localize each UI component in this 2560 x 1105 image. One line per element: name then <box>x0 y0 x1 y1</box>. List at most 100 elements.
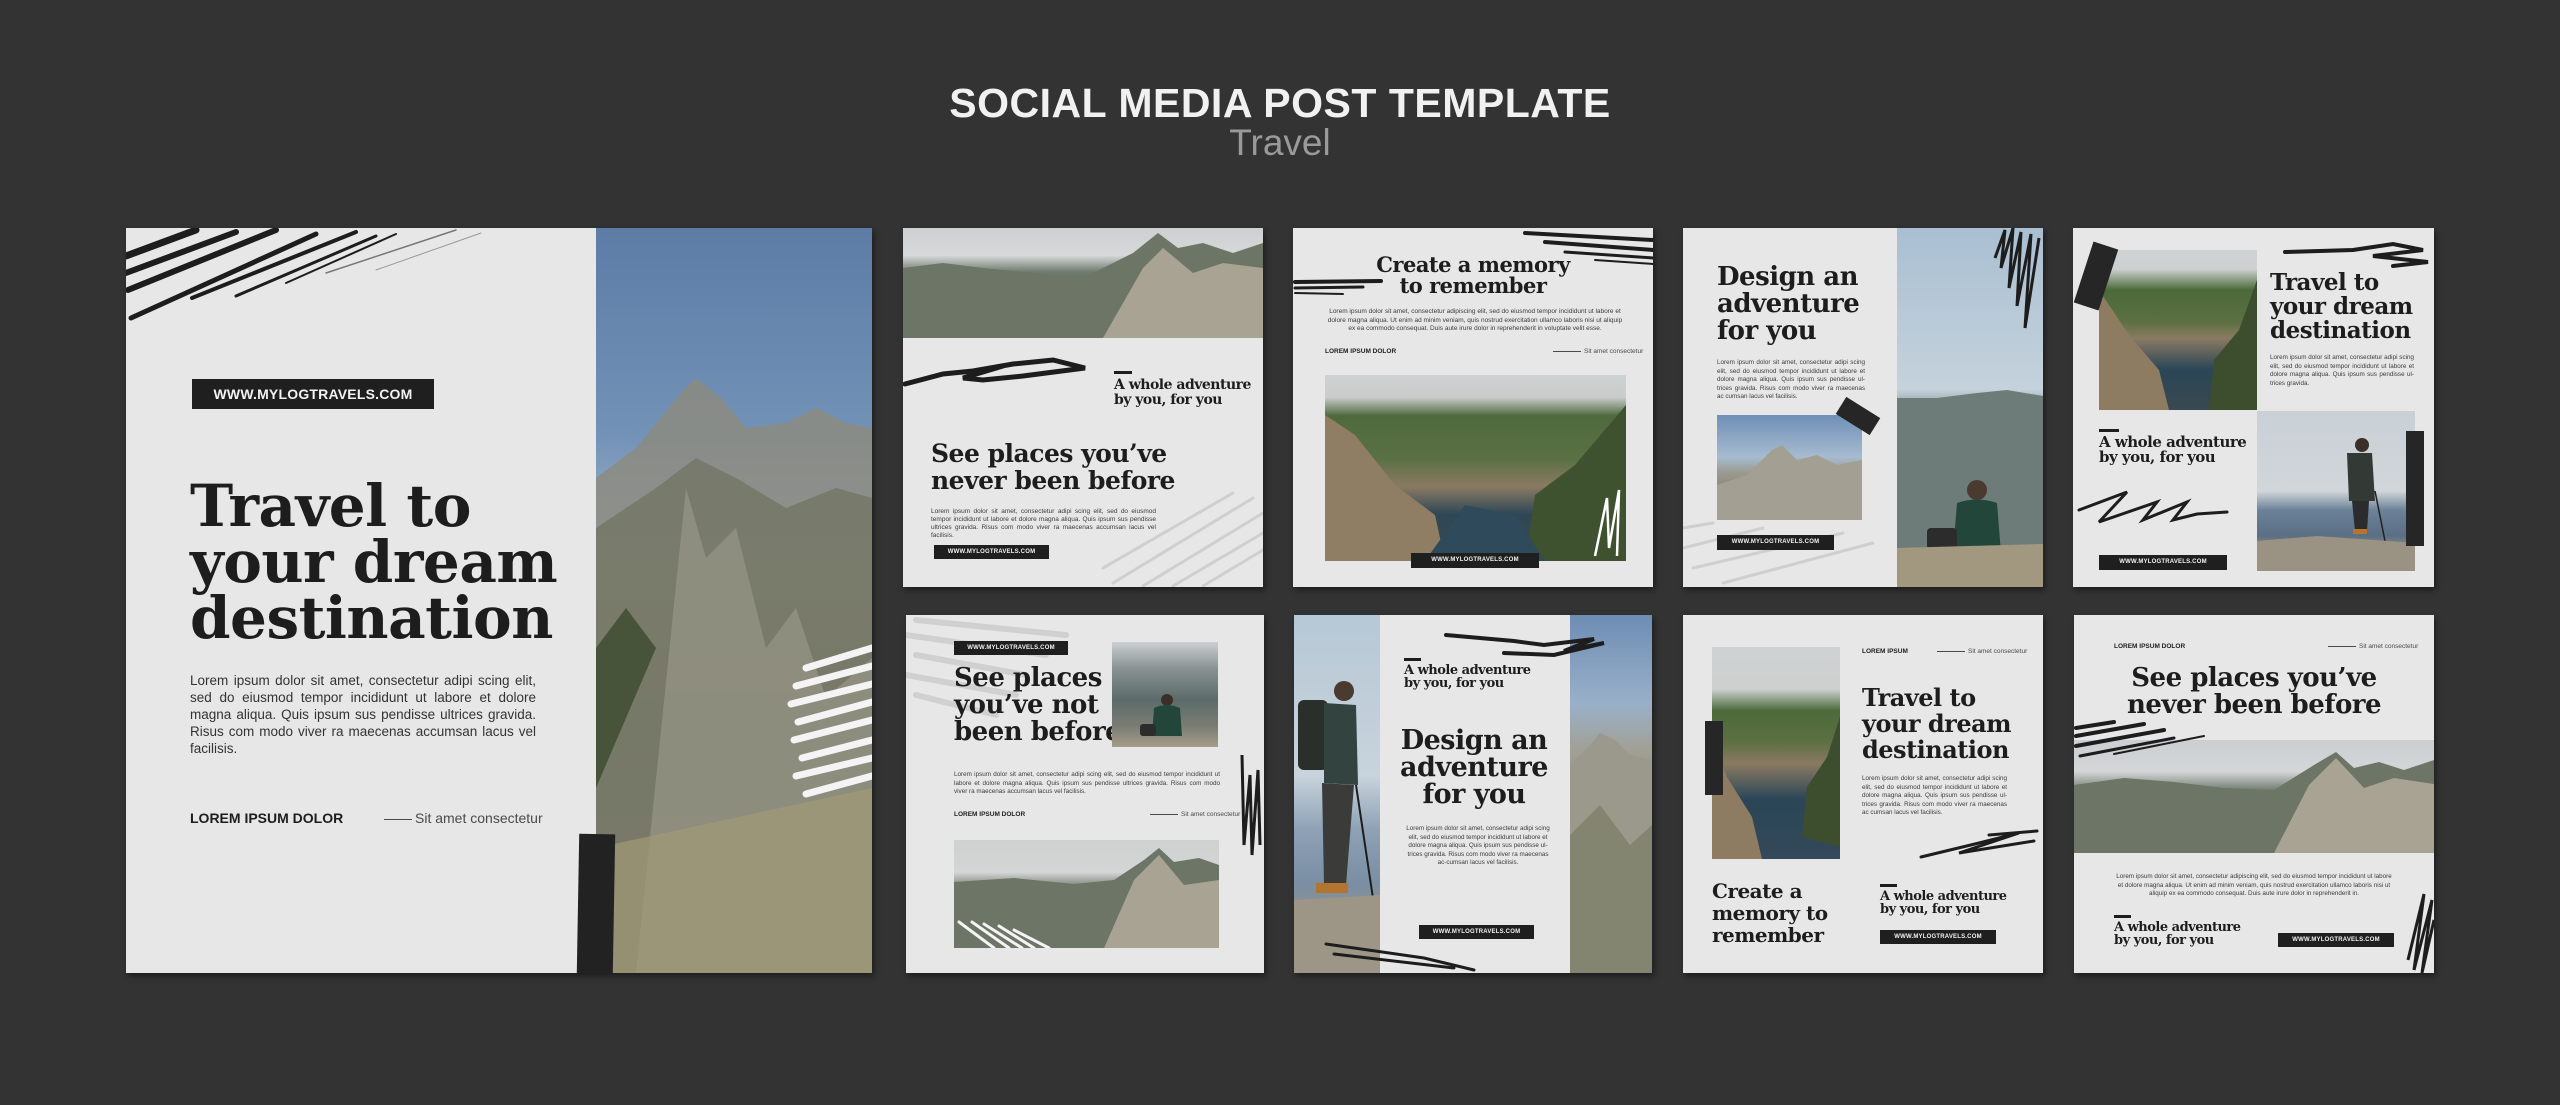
post-card-4[interactable]: Travel to your dream destination Lorem i… <box>2073 228 2434 587</box>
post-body-text: Lorem ipsum dolor sit amet, consectetur … <box>1406 825 1550 866</box>
mountain-photo <box>596 228 872 973</box>
meta-caption: Sit amet consectetur <box>1150 811 1240 818</box>
mountain-panorama-photo <box>903 228 1263 338</box>
headline-line: See places you’ve <box>931 439 1167 468</box>
white-brush-decoration <box>787 644 872 798</box>
post-body-text: Lorem ipsum dolor sit amet, consectetur … <box>1862 775 2007 816</box>
mountain-peak-photo <box>1717 415 1862 520</box>
headline-line: never been before <box>2126 690 2382 720</box>
tagline-line: by you, for you <box>1404 676 1504 691</box>
headline-line: for you <box>1422 779 1526 810</box>
headline-line: Design an <box>1400 725 1548 756</box>
divider-dash <box>1114 371 1132 374</box>
cliff-silhouette <box>2099 280 2257 410</box>
website-url-badge[interactable]: WWW.MYLOGTRAVELS.COM <box>1880 930 1996 944</box>
post-headline: See places you’ve never been before <box>2074 665 2434 719</box>
story-template-card[interactable]: WWW.MYLOGTRAVELS.COM Travel to your drea… <box>126 228 872 973</box>
website-url-badge[interactable]: WWW.MYLOGTRAVELS.COM <box>1717 535 1834 550</box>
coastal-cove-photo <box>1325 375 1626 561</box>
brush-scribble-decoration <box>2406 893 2434 973</box>
headline-line: been before <box>954 717 1122 747</box>
secondary-headline: Create a memory to remember <box>1712 880 1828 946</box>
mountain-silhouette <box>1717 445 1862 520</box>
tagline: A whole adventure by you, for you <box>1404 664 1531 690</box>
website-url-badge[interactable]: WWW.MYLOGTRAVELS.COM <box>192 379 434 409</box>
tagline-line: by you, for you <box>2099 448 2216 466</box>
post-headline: Travel to your dream destination <box>2270 271 2413 343</box>
post-card-1[interactable]: A whole adventure by you, for you See pl… <box>903 228 1263 587</box>
tagline: A whole adventure by you, for you <box>2114 921 2241 947</box>
meta-label: LOREM IPSUM DOLOR <box>954 811 1026 818</box>
story-headline: Travel to your dream destination <box>190 477 558 647</box>
headline-line: destination <box>2270 317 2411 344</box>
headline-line: remember <box>1712 923 1824 947</box>
post-card-2[interactable]: Create a memory to remember Lorem ipsum … <box>1293 228 1653 587</box>
headline-line: Create a <box>1712 879 1803 903</box>
headline-line: adventure <box>1717 289 1860 319</box>
tagline-line: by you, for you <box>1880 902 1980 917</box>
post-body-text: Lorem ipsum dolor sit amet, consectetur … <box>2270 354 2414 387</box>
brush-scribble-decoration <box>1324 942 1476 972</box>
white-brush-decoration <box>1593 489 1621 557</box>
mountain-peak-photo <box>1570 615 1652 973</box>
headline-line: Travel to <box>2270 269 2379 296</box>
cliff-silhouette <box>1712 717 1840 859</box>
tape-strip-decoration <box>1705 721 1723 795</box>
post-card-5[interactable]: WWW.MYLOGTRAVELS.COM See places you’ve n… <box>906 615 1264 973</box>
headline-line: your dream <box>190 528 558 596</box>
tape-strip-decoration <box>576 833 616 973</box>
page-subtitle: Travel <box>1229 122 1331 163</box>
white-brush-decoration <box>957 920 1051 948</box>
brush-scribble-decoration <box>126 228 482 321</box>
tagline: A whole adventure by you, for you <box>2099 435 2247 466</box>
post-card-6[interactable]: A whole adventure by you, for you Design… <box>1294 615 1652 973</box>
post-headline: Design an adventure for you <box>1717 264 1860 345</box>
headline-line: you’ve not <box>954 690 1099 720</box>
headline-line: memory to <box>1712 901 1828 925</box>
meta-caption: Sit amet consectetur <box>2328 643 2418 650</box>
hiker-silhouette <box>1140 694 1182 736</box>
headline-line: Create a memory <box>1376 252 1570 277</box>
website-url-badge[interactable]: WWW.MYLOGTRAVELS.COM <box>954 641 1068 655</box>
brush-scribble-decoration <box>1444 633 1605 658</box>
cliff-silhouette <box>1325 405 1626 561</box>
headline-line: your dream <box>2270 293 2413 320</box>
brush-scribble-decoration <box>1240 754 1262 856</box>
post-body-text: Lorem ipsum dolor sit amet, consectetur … <box>1327 308 1623 332</box>
mountain-silhouette <box>596 378 872 973</box>
website-url-badge[interactable]: WWW.MYLOGTRAVELS.COM <box>1411 553 1539 568</box>
headline-line: See places <box>954 663 1102 693</box>
post-card-7[interactable]: LOREM IPSUM Sit amet consectetur Travel … <box>1683 615 2043 973</box>
website-url-badge[interactable]: WWW.MYLOGTRAVELS.COM <box>934 545 1049 559</box>
divider-dash <box>2114 915 2131 918</box>
website-url-badge[interactable]: WWW.MYLOGTRAVELS.COM <box>2278 933 2394 947</box>
meta-caption: Sit amet consectetur <box>1553 348 1643 355</box>
post-card-8[interactable]: LOREM IPSUM DOLOR Sit amet consectetur S… <box>2074 615 2434 973</box>
mountain-panorama-photo <box>954 840 1219 948</box>
hiker-sitting-photo <box>1112 642 1218 747</box>
brush-scribble-decoration <box>1919 829 2039 859</box>
website-url-badge[interactable]: WWW.MYLOGTRAVELS.COM <box>2099 555 2227 570</box>
headline-line: your dream <box>1862 709 2012 738</box>
meta-label: LOREM IPSUM <box>1862 648 1908 655</box>
headline-line: destination <box>1862 735 2009 764</box>
divider-dash <box>1880 884 1897 887</box>
headline-line: to remember <box>1399 273 1547 298</box>
post-headline: See places you’ve never been before <box>931 440 1175 494</box>
hiker-silhouette <box>1294 681 1380 973</box>
tagline: A whole adventure by you, for you <box>1114 378 1251 408</box>
brush-scribble-decoration <box>903 357 1086 387</box>
headline-line: Travel to <box>1862 683 1976 712</box>
post-card-3[interactable]: Design an adventure for you Lorem ipsum … <box>1683 228 2043 587</box>
meta-caption: Sit amet consectetur <box>384 810 543 826</box>
brush-scribble-decoration <box>1993 228 2041 329</box>
post-headline: See places you’ve not been before <box>954 663 1122 747</box>
tagline-line: A whole adventure <box>1114 377 1251 393</box>
post-body-text: Lorem ipsum dolor sit amet, consectetur … <box>954 771 1220 795</box>
divider-dash <box>1404 658 1421 661</box>
meta-label: LOREM IPSUM DOLOR <box>190 810 344 826</box>
coastal-cove-photo <box>1712 647 1840 859</box>
website-url-badge[interactable]: WWW.MYLOGTRAVELS.COM <box>1419 925 1534 939</box>
hiker-standing-photo <box>1294 615 1380 973</box>
brush-scribble-decoration <box>2283 241 2429 268</box>
